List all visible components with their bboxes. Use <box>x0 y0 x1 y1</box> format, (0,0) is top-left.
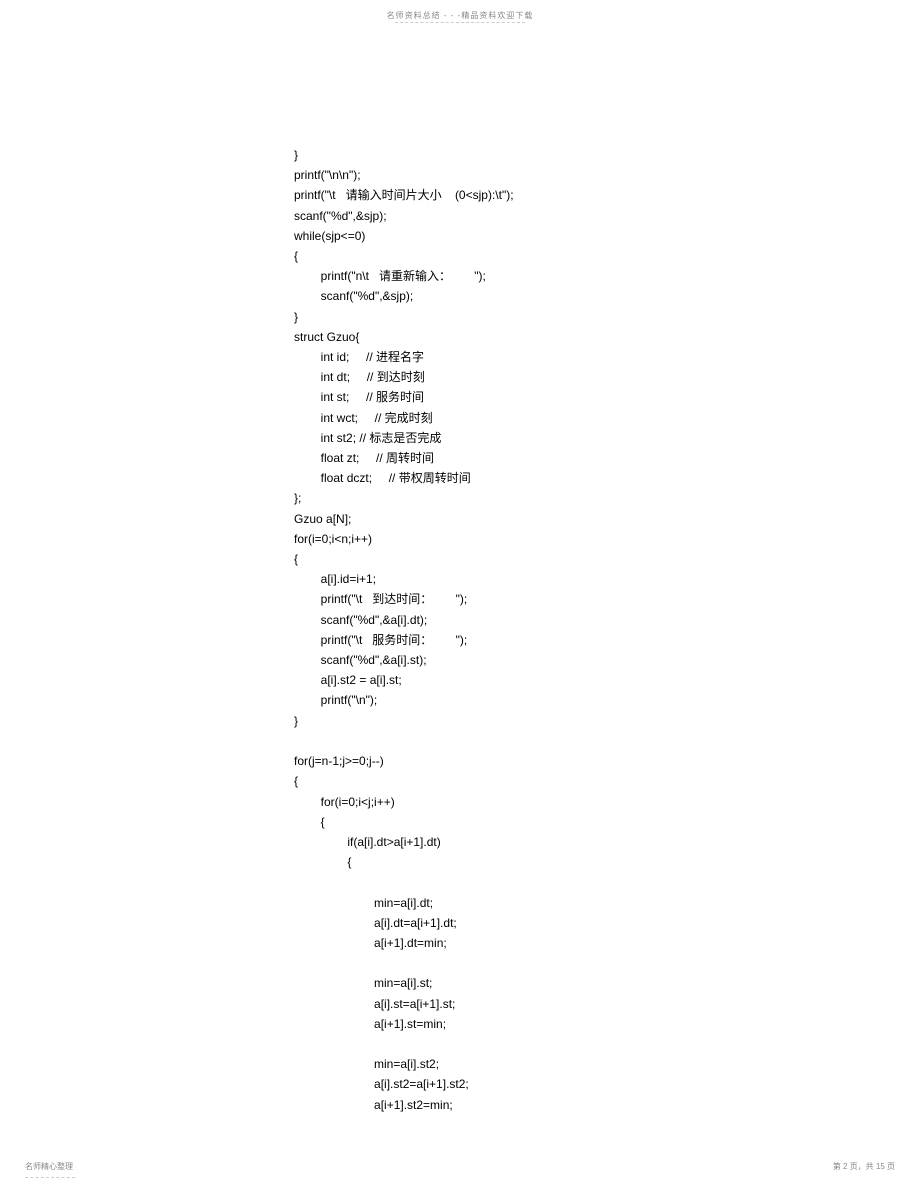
page-header: 名师资料总结 - - -精品资料欢迎下载 <box>0 10 920 21</box>
footer-right: 第 2 页，共 15 页 <box>833 1161 895 1172</box>
header-underline <box>395 22 525 23</box>
footer-left-underline <box>25 1177 75 1178</box>
footer-left: 名师精心整理 <box>25 1161 73 1172</box>
code-content: } printf("\n\n"); printf("\t 请输入时间片大小 (0… <box>294 145 514 1115</box>
